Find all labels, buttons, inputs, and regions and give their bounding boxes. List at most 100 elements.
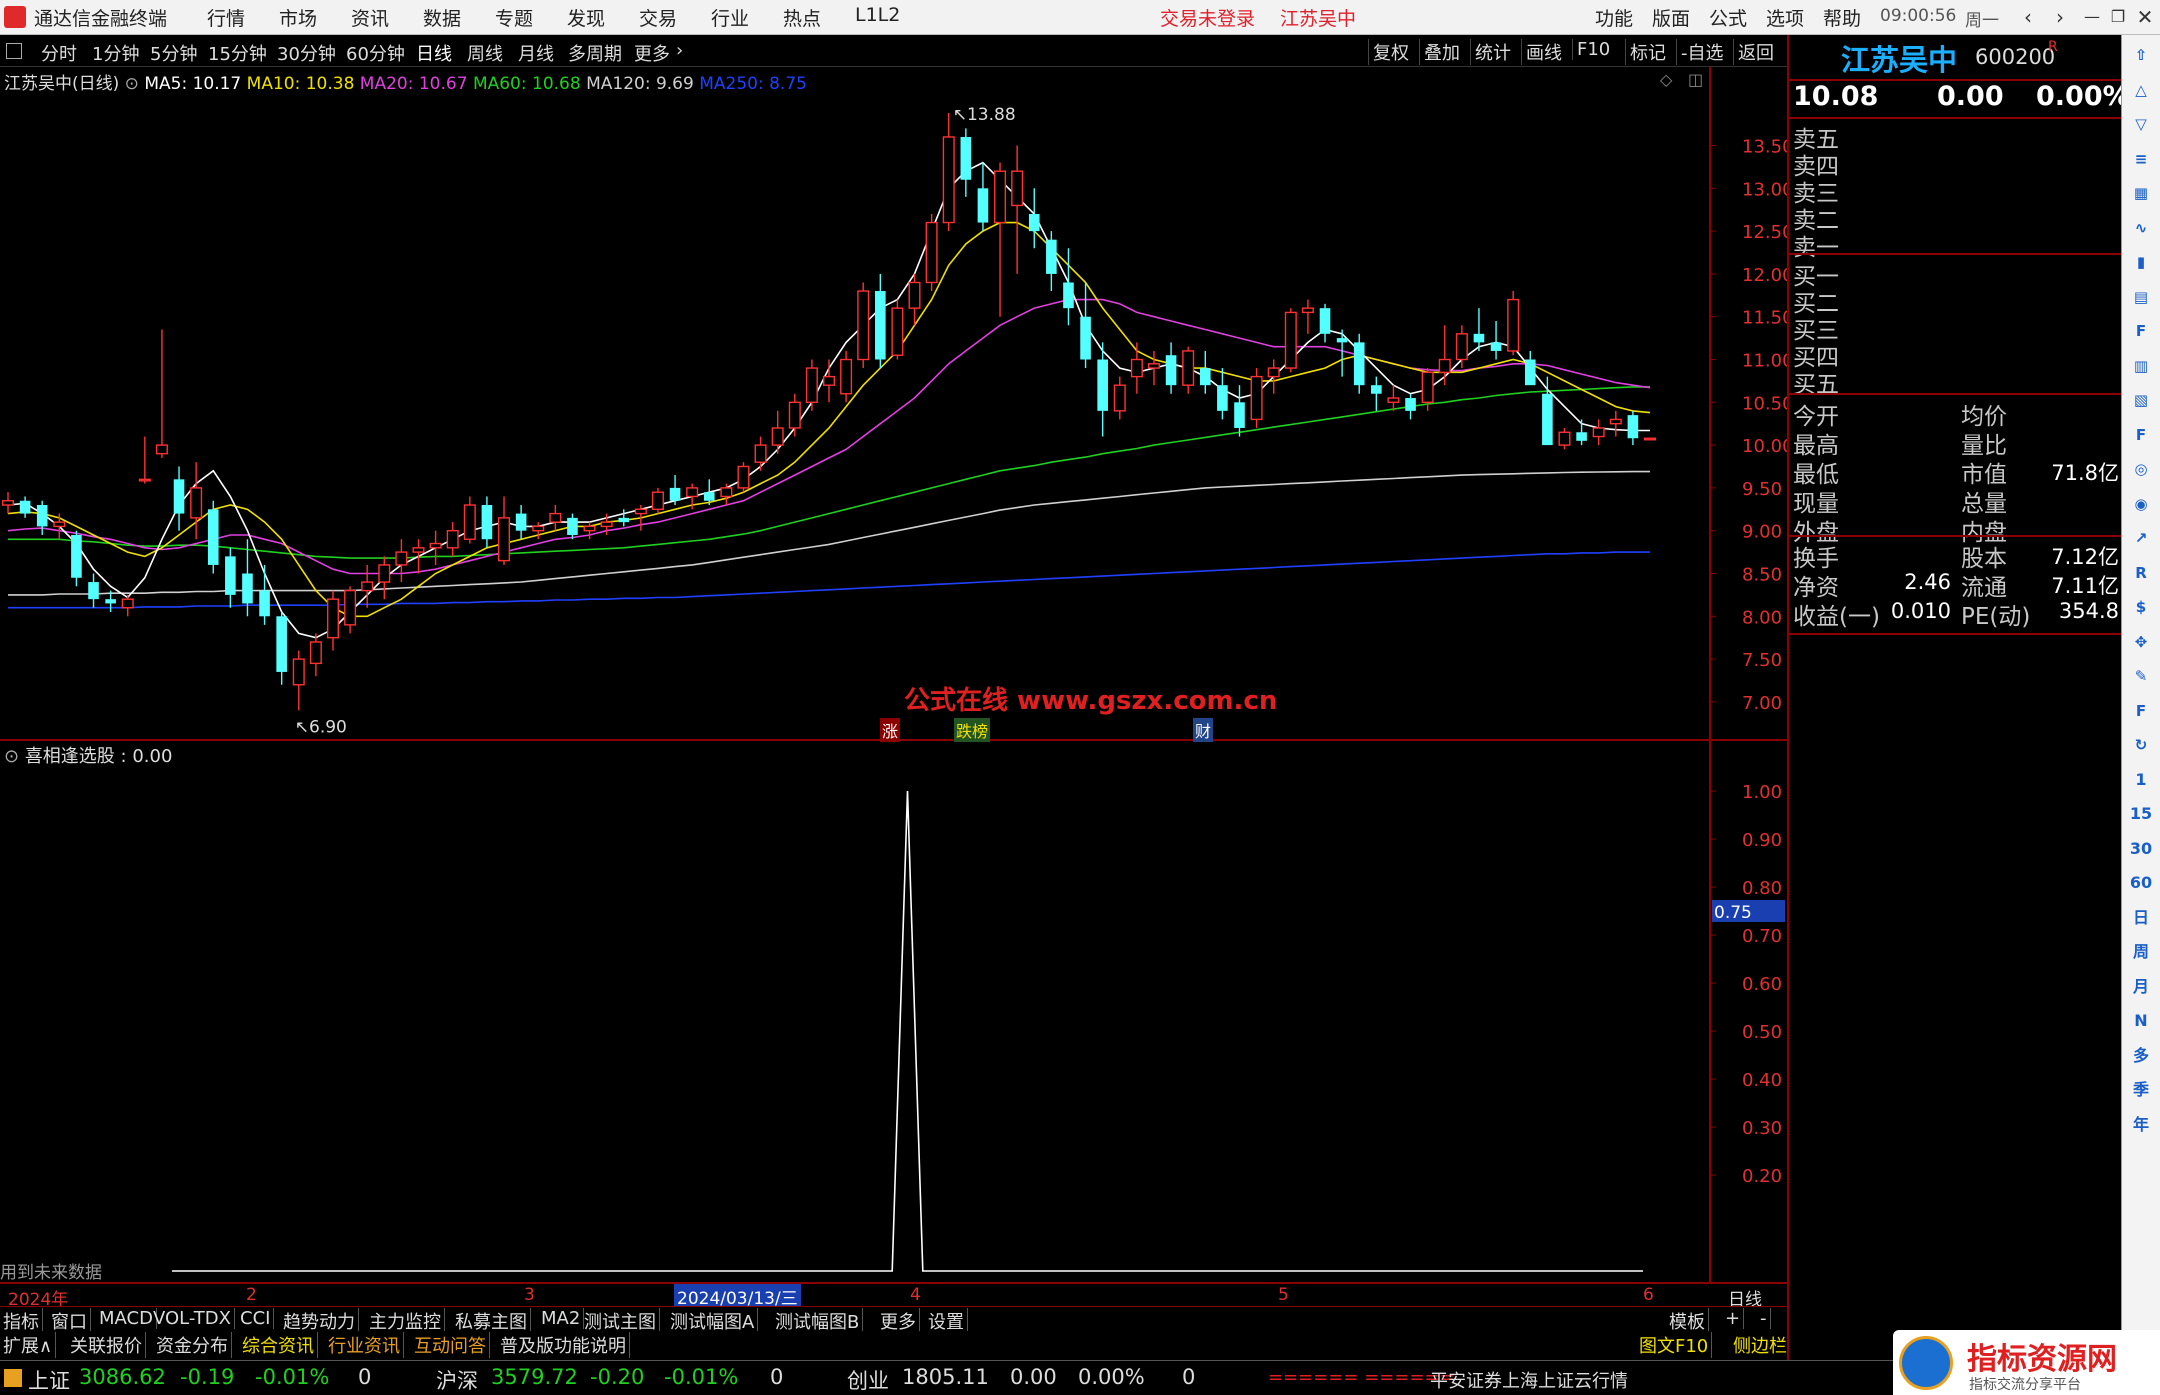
side-period-29-icon[interactable]: 多: [2129, 1044, 2153, 1068]
extension-tab-0[interactable]: 扩展∧: [0, 1332, 57, 1358]
period-day[interactable]: 日线: [416, 40, 452, 66]
menu-gongshi[interactable]: 公式: [1709, 4, 1747, 31]
menu-gongneng[interactable]: 功能: [1595, 4, 1633, 31]
side-period-22-icon[interactable]: 15: [2129, 802, 2153, 826]
period-week[interactable]: 周线: [467, 40, 503, 66]
forward-icon[interactable]: ›: [2045, 2, 2075, 32]
period-month[interactable]: 月线: [518, 40, 554, 66]
extension-tab-3[interactable]: 综合资讯: [239, 1332, 318, 1358]
back-icon[interactable]: ‹: [2013, 2, 2043, 32]
side-f10-icon[interactable]: F: [2129, 319, 2153, 343]
side-grid-icon[interactable]: ▦: [2129, 181, 2153, 205]
sz-name[interactable]: 沪深: [436, 1365, 478, 1395]
indicator-tab-8[interactable]: MA2: [538, 1308, 585, 1329]
tool-zixuan[interactable]: -自选: [1676, 39, 1724, 65]
side-period-30-icon[interactable]: 季: [2129, 1078, 2153, 1102]
menu-xuanxiang[interactable]: 选项: [1766, 4, 1804, 31]
side-up-hollow-icon[interactable]: △: [2129, 78, 2153, 102]
side-pencil-icon[interactable]: ✎: [2129, 664, 2153, 688]
side-news-icon[interactable]: ▤: [2129, 285, 2153, 309]
side-fc-icon[interactable]: ◎: [2129, 457, 2153, 481]
tool-tongji[interactable]: 统计: [1470, 39, 1511, 65]
sh-name[interactable]: 上证: [28, 1365, 70, 1395]
extension-tab-5[interactable]: 互动问答: [411, 1332, 490, 1358]
side-dollar-icon[interactable]: $: [2129, 595, 2153, 619]
period-more[interactable]: 更多: [634, 40, 670, 66]
extension-tab-6[interactable]: 普及版功能说明: [497, 1332, 630, 1358]
indicator-tab-2[interactable]: MACD: [96, 1308, 157, 1329]
side-period-25-icon[interactable]: 日: [2129, 906, 2153, 930]
login-status[interactable]: 交易未登录: [1160, 4, 1255, 31]
market-icon[interactable]: [4, 1369, 22, 1387]
period-60min[interactable]: 60分钟: [346, 40, 405, 66]
side-period-24-icon[interactable]: 60: [2129, 871, 2153, 895]
menu-redian[interactable]: 热点: [783, 4, 821, 31]
extension-tab-4[interactable]: 行业资讯: [325, 1332, 404, 1358]
side-list-icon[interactable]: ≡: [2129, 147, 2153, 171]
side-up-arrow-icon[interactable]: ⇧: [2129, 43, 2153, 67]
period-15min[interactable]: 15分钟: [208, 40, 267, 66]
tool-diejia[interactable]: 叠加: [1419, 39, 1460, 65]
side-period-21-icon[interactable]: 1: [2129, 768, 2153, 792]
menu-banmian[interactable]: 版面: [1652, 4, 1690, 31]
side-chart-icon[interactable]: ▧: [2129, 388, 2153, 412]
menu-hangqing[interactable]: 行情: [207, 4, 245, 31]
side-period-26-icon[interactable]: 周: [2129, 940, 2153, 964]
chevron-down-icon[interactable]: ⊙: [4, 746, 25, 767]
side-period-23-icon[interactable]: 30: [2129, 837, 2153, 861]
window-icon[interactable]: ◫: [1688, 70, 1703, 89]
extension-right-tab-0[interactable]: 图文F10: [1636, 1332, 1713, 1358]
diamond-icon[interactable]: ◇: [1660, 70, 1672, 89]
menu-zixun[interactable]: 资讯: [351, 4, 389, 31]
menu-l1l2[interactable]: L1L2: [855, 4, 900, 26]
side-ao-icon[interactable]: ◉: [2129, 492, 2153, 516]
tool-f10[interactable]: F10: [1572, 39, 1610, 60]
side-trend-icon[interactable]: ↗: [2129, 526, 2153, 550]
menu-shichang[interactable]: 市场: [279, 4, 317, 31]
side-period-27-icon[interactable]: 月: [2129, 975, 2153, 999]
side-down-hollow-icon[interactable]: ▽: [2129, 112, 2153, 136]
menu-jiaoyi[interactable]: 交易: [639, 4, 677, 31]
side-table-icon[interactable]: ▥: [2129, 354, 2153, 378]
indicator-tab-3[interactable]: VOL-TDX: [150, 1308, 235, 1329]
tool-biaoji[interactable]: 标记: [1625, 39, 1666, 65]
tag-cai[interactable]: 财: [1193, 718, 1214, 742]
menu-shuju[interactable]: 数据: [423, 4, 461, 31]
period-multi[interactable]: 多周期: [568, 40, 622, 66]
indicator-right-tab-1[interactable]: +: [1722, 1308, 1745, 1329]
side-f2-icon[interactable]: F: [2129, 423, 2153, 447]
side-rsi-icon[interactable]: R: [2129, 561, 2153, 585]
side-period-28-icon[interactable]: N: [2129, 1009, 2153, 1033]
menu-faxian[interactable]: 发现: [567, 4, 605, 31]
settings-icon[interactable]: ⊙: [125, 74, 145, 94]
period-30min[interactable]: 30分钟: [277, 40, 336, 66]
tool-huaxian[interactable]: 画线: [1521, 39, 1562, 65]
maximize-icon[interactable]: ❐: [2103, 2, 2133, 32]
extension-tab-1[interactable]: 关联报价: [67, 1332, 146, 1358]
tool-fanhui[interactable]: 返回: [1733, 39, 1774, 65]
close-icon[interactable]: ✕: [2130, 2, 2160, 32]
side-period-31-icon[interactable]: 年: [2129, 1113, 2153, 1137]
period-5min[interactable]: 5分钟: [150, 40, 197, 66]
side-candle-icon[interactable]: ▮: [2129, 250, 2153, 274]
cy-name[interactable]: 创业: [847, 1365, 889, 1395]
menu-hangye[interactable]: 行业: [711, 4, 749, 31]
menu-bangzhu[interactable]: 帮助: [1823, 4, 1861, 31]
side-refresh-icon[interactable]: ↻: [2129, 733, 2153, 757]
chevron-right-icon[interactable]: ›: [676, 40, 683, 61]
period-1min[interactable]: 1分钟: [92, 40, 139, 66]
period-fenshi[interactable]: 分时: [41, 40, 77, 66]
side-fs-icon[interactable]: F: [2129, 699, 2153, 723]
tool-fuquan[interactable]: 复权: [1368, 39, 1409, 65]
indicator-tab-4[interactable]: CCI: [237, 1308, 275, 1329]
tag-zhang[interactable]: 涨: [880, 718, 901, 742]
extension-tab-2[interactable]: 资金分布: [153, 1332, 232, 1358]
kline-chart[interactable]: 13.50 13.00 12.50 12.00 11.50 11.00 10.50 10.00…: [0, 67, 1787, 1306]
side-move-icon[interactable]: ✥: [2129, 630, 2153, 654]
menu-zhuanti[interactable]: 专题: [495, 4, 533, 31]
panel-toggle-icon[interactable]: [6, 43, 22, 59]
tag-dieban[interactable]: 跌榜: [954, 718, 991, 742]
broker-name[interactable]: 平安证券上海上证云行情: [1430, 1367, 1628, 1393]
side-line-icon[interactable]: ∿: [2129, 216, 2153, 240]
indicator-right-tab-2[interactable]: -: [1757, 1308, 1771, 1329]
